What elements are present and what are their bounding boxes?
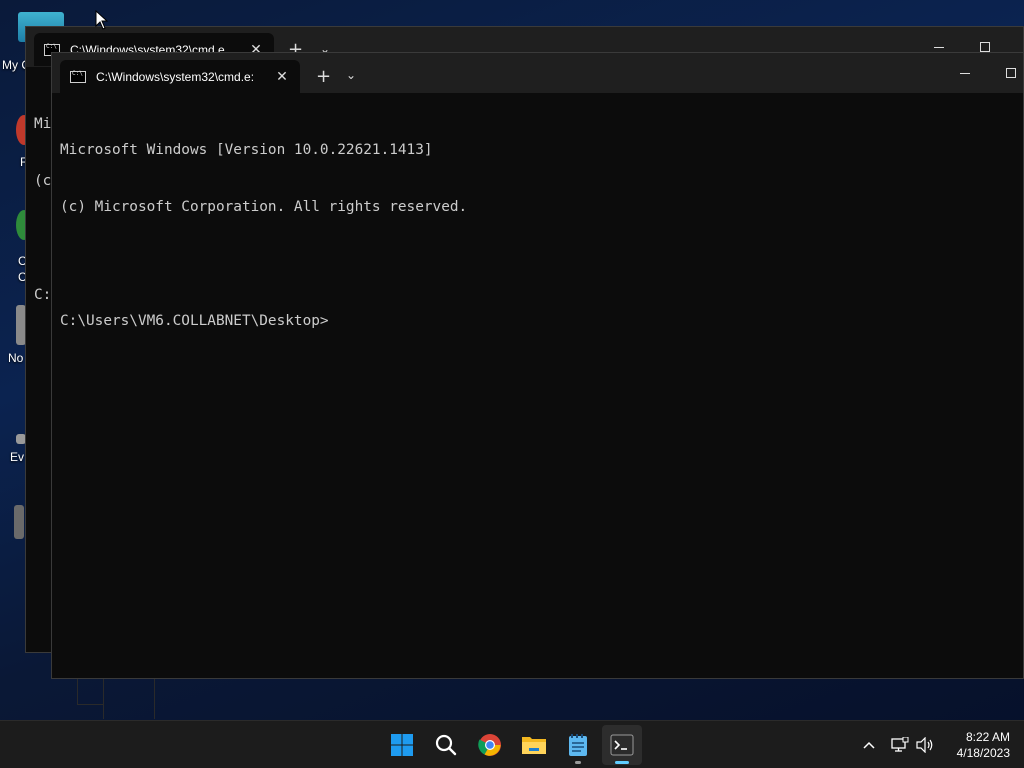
clock-date: 4/18/2023 [956,746,1010,760]
active-indicator [615,761,629,764]
terminal-icon [610,734,634,756]
new-tab-button[interactable]: + [316,68,331,86]
minimize-button[interactable] [942,53,988,93]
clock-time: 8:22 AM [965,730,1010,744]
window-frame-residue [77,679,103,705]
mouse-cursor-icon [95,10,109,30]
file-explorer-button[interactable] [514,725,554,765]
app-icon [14,505,24,539]
chrome-button[interactable] [470,725,510,765]
network-icon [891,737,909,752]
search-button[interactable] [426,725,466,765]
minimize-icon [960,72,970,74]
windows-start-icon [391,734,413,756]
console-prompt[interactable]: C:\Users\VM6.COLLABNET\Desktop> [60,312,1015,331]
chevron-up-icon [863,741,875,749]
volume-button[interactable] [915,735,935,755]
show-hidden-icons-button[interactable] [859,735,879,755]
volume-icon [916,737,933,753]
running-indicator [575,761,581,764]
console-line-copyright: (c) Microsoft Corporation. All rights re… [60,199,468,215]
taskbar: 8:22 AM 4/18/2023 [0,720,1024,768]
notepad-button[interactable] [558,725,598,765]
window-frame-residue [103,679,155,719]
maximize-icon [1006,68,1016,78]
notepad-icon [569,734,587,756]
terminal-window-front[interactable]: C:\Windows\system32\cmd.e: ✕ + ⌄ Microso… [51,52,1024,679]
console-line-version: Microsoft Windows [Version 10.0.22621.14… [60,142,433,158]
chevron-down-icon[interactable]: ⌄ [346,68,356,82]
network-button[interactable] [890,735,910,755]
clock[interactable]: 8:22 AM 4/18/2023 [957,729,1010,761]
tab-title: C:\Windows\system32\cmd.e: [96,69,255,84]
start-button[interactable] [382,725,422,765]
console-output[interactable]: Microsoft Windows [Version 10.0.22621.14… [60,103,1015,670]
file-explorer-icon [522,737,546,754]
minimize-icon [934,46,944,48]
cmd-icon [70,70,86,83]
desktop-icon-label: Ev [10,450,25,464]
terminal-button[interactable] [602,725,642,765]
maximize-button[interactable] [988,53,1024,93]
desktop-icon-partial[interactable] [14,505,24,539]
desktop-icon-label: No [8,351,24,365]
chrome-icon [478,734,501,756]
terminal-tab[interactable]: C:\Windows\system32\cmd.e: ✕ [60,60,300,93]
maximize-icon [980,42,990,52]
close-tab-icon[interactable]: ✕ [274,68,290,85]
search-icon [435,734,457,756]
title-bar[interactable]: C:\Windows\system32\cmd.e: ✕ + ⌄ [52,53,1023,93]
